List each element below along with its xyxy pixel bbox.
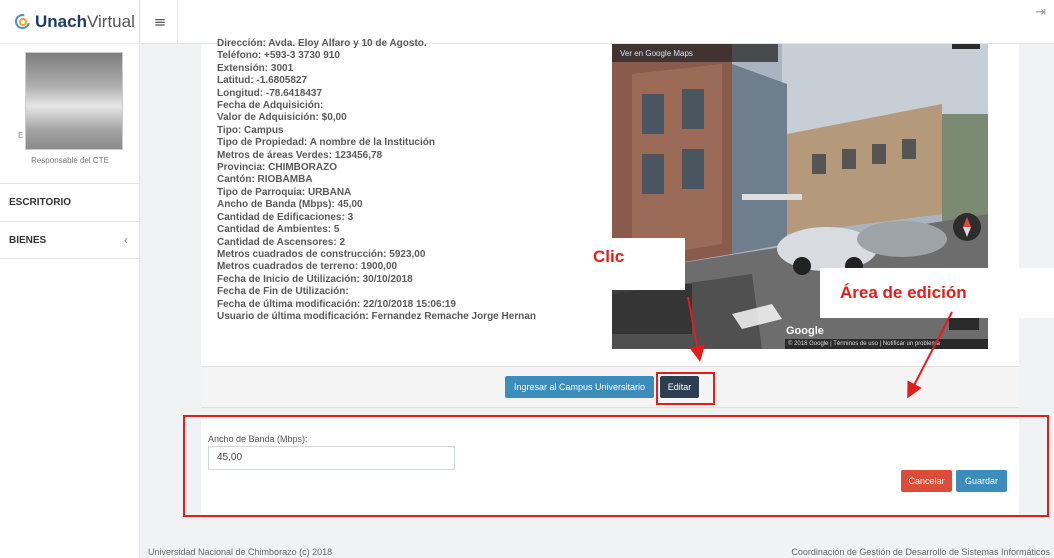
footer-credits: Coordinación de Gestión de Desarrollo de… xyxy=(791,547,1050,557)
footer-copyright: Universidad Nacional de Chimborazo (c) 2… xyxy=(148,547,333,557)
page-footer: Universidad Nacional de Chimborazo (c) 2… xyxy=(141,537,1054,558)
area-arrow xyxy=(907,311,953,399)
annotation-arrows xyxy=(687,296,953,399)
click-arrow xyxy=(687,296,706,362)
